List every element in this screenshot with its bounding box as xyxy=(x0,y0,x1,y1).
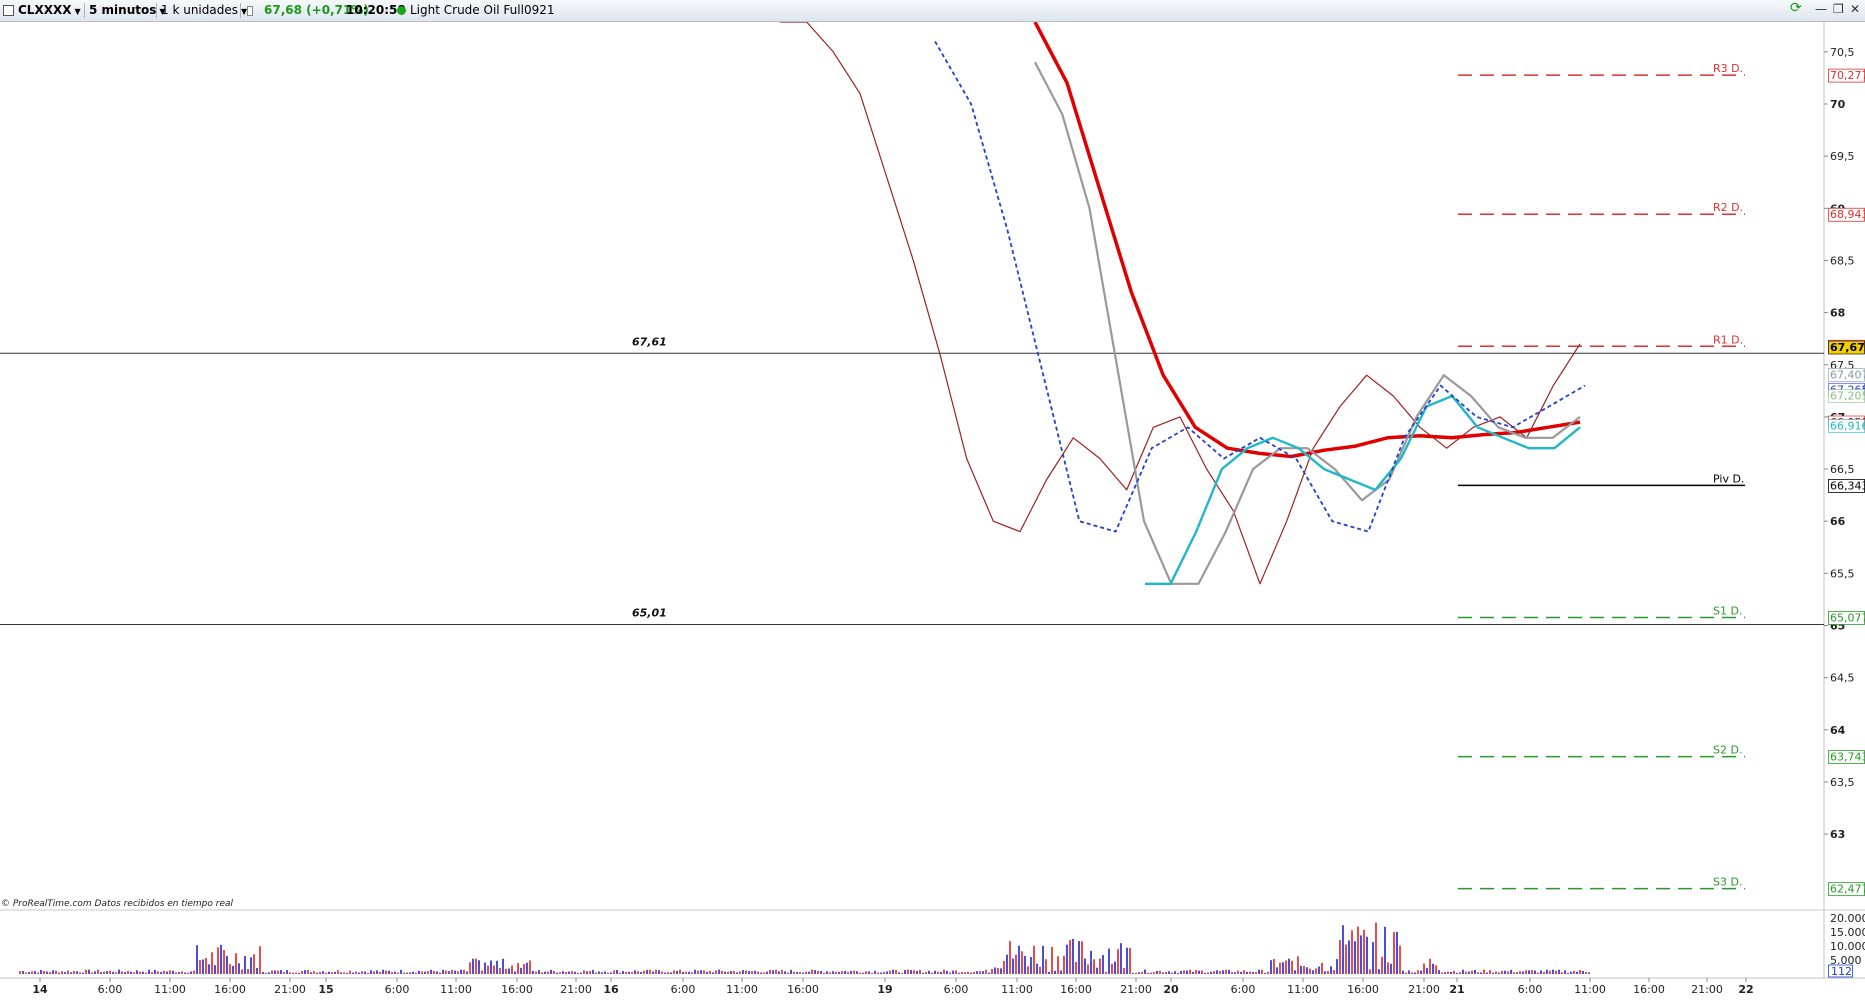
price-tick-label: 63 xyxy=(1830,828,1845,841)
pivot-label: S3 D. xyxy=(1713,876,1742,889)
price-tick-label: 64,5 xyxy=(1830,672,1855,685)
indicator-value-label: 67,407 xyxy=(1830,368,1865,381)
time-tick-label: 22 xyxy=(1738,983,1753,996)
time-tick-label: 21:00 xyxy=(1408,983,1440,996)
pivot-value-label: 70,277 xyxy=(1830,69,1865,82)
timeframe-label: 5 minutos xyxy=(89,3,157,17)
price-tick-label: 68 xyxy=(1830,307,1845,320)
time-tick-label: 19 xyxy=(877,983,892,996)
time-tick-label: 6:00 xyxy=(98,983,123,996)
price-tick-label: 69,5 xyxy=(1830,150,1855,163)
time-tick-label: 21:00 xyxy=(1120,983,1152,996)
time-tick-label: 6:00 xyxy=(671,983,696,996)
price-tick-label: 70,5 xyxy=(1830,46,1855,59)
time-tick-label: 6:00 xyxy=(944,983,969,996)
volume-tick-label: 15.000 xyxy=(1830,926,1865,939)
price-chart[interactable]: 70,57069,56968,56867,56766,56665,56564,5… xyxy=(0,22,1865,1000)
time-tick-label: 11:00 xyxy=(1001,983,1033,996)
time-tick-label: 11:00 xyxy=(1287,983,1319,996)
restore-icon[interactable]: ❐ xyxy=(1833,2,1844,16)
units-selector[interactable]: 1 k unidades ▼ xyxy=(161,0,247,21)
pivot-label: Piv D. xyxy=(1713,472,1744,485)
pivot-label: R2 D. xyxy=(1713,201,1743,214)
pivot-label: S1 D. xyxy=(1713,604,1742,617)
time-tick-label: 16:00 xyxy=(1347,983,1379,996)
time-tick-label: 11:00 xyxy=(154,983,186,996)
time-tick-label: 6:00 xyxy=(1518,983,1543,996)
moving-average-blue-dotted-line xyxy=(934,40,1586,533)
pivot-value-label: 68,943 xyxy=(1830,208,1865,221)
horizontal-level-label: 65,01 xyxy=(632,606,667,619)
price-tick-label: 68,5 xyxy=(1830,254,1855,267)
time-tick-label: 21:00 xyxy=(560,983,592,996)
time-tick-label: 16 xyxy=(603,983,619,996)
chart-toolbar: CLXXXX ▼ 5 minutos ▼ 1 k unidades ▼ 67,68 (… xyxy=(0,0,1865,22)
price-tick-label: 66,5 xyxy=(1830,463,1855,476)
time-tick-label: 16:00 xyxy=(1060,983,1092,996)
time-tick-label: 16:00 xyxy=(214,983,246,996)
time-tick-label: 21:00 xyxy=(1691,983,1723,996)
status-dot-icon xyxy=(397,6,406,15)
pivot-value-label: 65,077 xyxy=(1830,611,1865,624)
moving-average-cyan-line xyxy=(1145,394,1581,585)
volume-tick-label: 10.000 xyxy=(1830,940,1865,953)
moving-average-gray-line xyxy=(1034,61,1581,585)
time-tick-label: 11:00 xyxy=(1574,983,1606,996)
price-line xyxy=(780,22,1581,585)
time-tick-label: 16:00 xyxy=(1633,983,1665,996)
pivot-value-label: 62,477 xyxy=(1830,883,1865,896)
price-tick-label: 70 xyxy=(1830,98,1846,111)
timeframe-selector[interactable]: 5 minutos ▼ xyxy=(89,0,166,21)
indicator-value-label: 66,916 xyxy=(1830,420,1865,433)
instrument-description: Light Crude Oil Full0921 xyxy=(410,3,555,17)
square-icon[interactable] xyxy=(3,5,14,16)
horizontal-level-label: 67,61 xyxy=(632,335,667,348)
time-tick-label: 20 xyxy=(1163,983,1179,996)
pivot-value-label: 63,743 xyxy=(1830,751,1865,764)
close-icon[interactable]: ✕ xyxy=(1850,2,1860,16)
minimize-icon[interactable]: — xyxy=(1815,2,1827,16)
time-tick-label: 6:00 xyxy=(385,983,410,996)
volume-tick-label: 20.000 xyxy=(1830,912,1865,925)
chevron-down-icon: ▼ xyxy=(74,7,81,16)
moving-average-red-line xyxy=(1033,22,1581,459)
time-tick-label: 21:00 xyxy=(274,983,306,996)
time-tick-label: 11:00 xyxy=(726,983,758,996)
price-tick-label: 64 xyxy=(1830,724,1846,737)
pivot-label: R1 D. xyxy=(1713,333,1743,346)
time-tick-label: 6:00 xyxy=(1231,983,1256,996)
pivot-value-label: 66,343 xyxy=(1830,479,1865,492)
price-tick-label: 65,5 xyxy=(1830,567,1855,580)
data-source-credit: © ProRealTime.com Datos recibidos en tie… xyxy=(1,899,234,909)
symbol-selector[interactable]: CLXXXX ▼ xyxy=(18,0,81,21)
time-tick-label: 21 xyxy=(1449,983,1464,996)
time-tick-label: 11:00 xyxy=(440,983,472,996)
refresh-icon[interactable]: ⟳ xyxy=(1790,0,1802,16)
time-tick-label: 15 xyxy=(318,983,333,996)
pivot-label: R3 D. xyxy=(1713,62,1743,75)
pivot-label: S2 D. xyxy=(1713,744,1742,757)
indicator-value-label: 67,205 xyxy=(1830,390,1865,403)
units-label: 1 k unidades xyxy=(161,3,238,17)
time-tick-label: 16:00 xyxy=(787,983,819,996)
price-tick-label: 66 xyxy=(1830,515,1846,528)
time-tick-label: 16:00 xyxy=(501,983,533,996)
indicator-value-label: 67,67 xyxy=(1830,341,1865,354)
time-tick-label: 14 xyxy=(32,983,48,996)
volume-current-label: 112 xyxy=(1831,965,1852,978)
symbol-label: CLXXXX xyxy=(18,3,72,17)
price-tick-label: 63,5 xyxy=(1830,776,1855,789)
info-icon[interactable] xyxy=(247,6,253,16)
